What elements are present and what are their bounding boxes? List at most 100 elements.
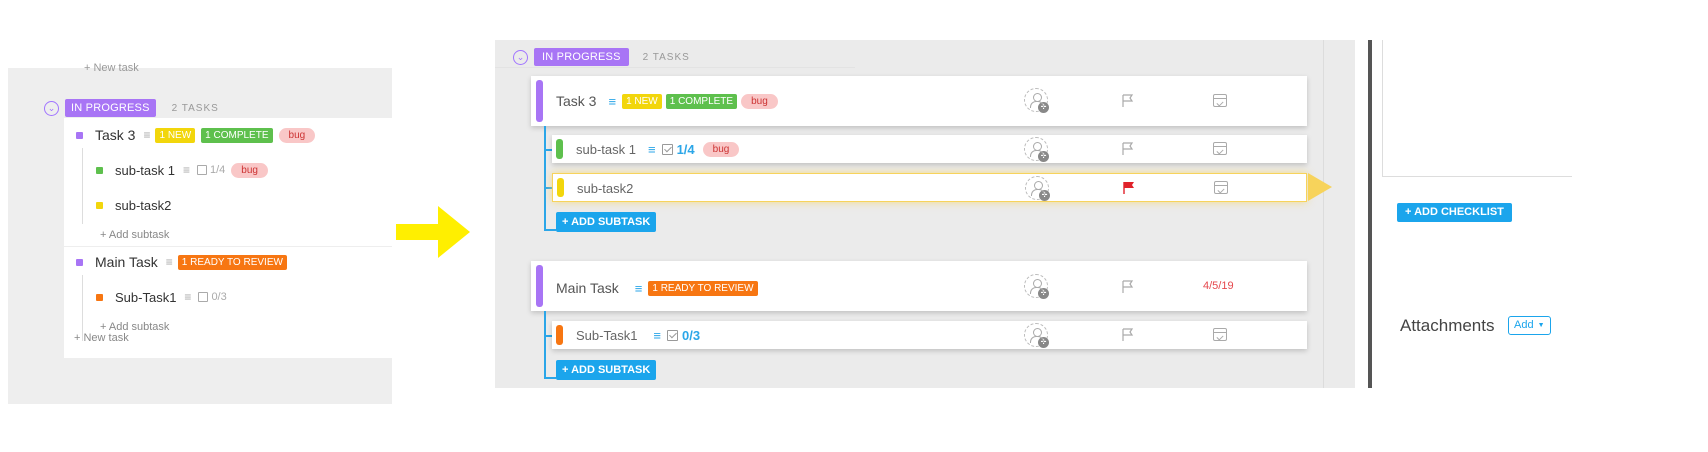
description-lines-icon: ≡ [653,328,662,343]
description-lines-icon: ≡ [634,280,643,296]
calendar-icon[interactable] [1213,94,1227,107]
add-subtask-link[interactable]: + Add subtask [100,229,169,241]
title-row: Task 3 ≡ 1 NEW 1 COMPLETE bug [556,93,778,109]
subtask-row-1[interactable]: sub-task 1 ≡ 1/4 bug [96,159,268,181]
row-divider [64,246,392,247]
checklist-count: 1/4 [197,164,225,176]
status-bar[interactable] [556,139,563,159]
subtask-row-main-1[interactable]: Sub-Task1 ≡ 0/3 [96,286,227,308]
assignee-add-icon[interactable]: + [1024,88,1049,113]
description-lines-icon: ≡ [647,142,656,157]
task-card-main[interactable]: Main Task ≡ 1 READY TO REVIEW + 4/5/19 [531,261,1307,311]
panel-divider[interactable] [1368,40,1372,388]
description-lines-icon: ≡ [182,163,190,177]
tag-new: 1 NEW [622,93,662,109]
task-count: 2 TASKS [642,51,690,63]
flag-red-icon[interactable] [1122,181,1136,195]
new-task-link[interactable]: + New task [74,332,129,344]
flag-icon[interactable] [1121,328,1135,342]
collapse-chevron-icon[interactable]: ⌄ [513,49,528,65]
checklist-count: 0/3 [198,291,227,303]
subtask-name[interactable]: Sub-Task1 [115,290,176,305]
scroll-track [1323,40,1324,388]
task-name[interactable]: Main Task [95,254,158,270]
status-pill: IN PROGRESS [65,99,156,117]
status-bar[interactable] [557,178,564,197]
group-header: ⌄ IN PROGRESS 2 TASKS [513,48,690,66]
subtask-card-main-1[interactable]: Sub-Task1 ≡ 0/3 + [552,321,1307,349]
title-row: sub-task 1 ≡ 1/4 bug [576,142,740,157]
task-name[interactable]: Task 3 [95,127,135,143]
checkbox-icon [198,292,209,302]
tree-branch [544,149,552,151]
right-arrow-icon [396,206,470,258]
checkbox-icon [197,165,207,175]
task-count: 2 TASKS [171,102,219,114]
collapse-chevron-icon[interactable]: ⌄ [44,100,59,116]
calendar-icon[interactable] [1213,328,1227,341]
task-list: Task 3 ≡ 1 NEW 1 COMPLETE bug sub-task 1… [64,118,392,358]
tag-bug[interactable]: bug [741,93,778,109]
add-subtask-button[interactable]: + ADD SUBTASK [556,360,657,380]
status-square-icon [96,166,103,174]
description-box[interactable] [1382,40,1572,177]
tag-complete: 1 COMPLETE [201,127,273,143]
status-bar[interactable] [536,80,543,122]
tree-branch [544,377,556,379]
subtask-name[interactable]: sub-task 1 [576,142,636,157]
checklist-count: 1/4 [661,142,695,157]
tag-bug[interactable]: bug [702,142,740,157]
assignee-add-icon[interactable]: + [1024,274,1049,299]
subtask-name[interactable]: Sub-Task1 [576,328,637,343]
assignee-add-icon[interactable]: + [1024,137,1049,162]
new-task-link-cut[interactable]: + New task [84,62,139,74]
tag-bug[interactable]: bug [231,162,268,178]
subtask-card-2[interactable]: sub-task2 + [552,173,1307,202]
task-name[interactable]: Main Task [556,280,619,296]
group-header: ⌄ IN PROGRESS 2 TASKS [44,98,219,118]
flag-icon[interactable] [1121,280,1135,294]
calendar-icon[interactable] [1213,142,1227,155]
status-bar[interactable] [556,325,563,345]
tag-complete: 1 COMPLETE [665,93,738,109]
tree-branch [544,187,552,189]
assignee-add-icon[interactable]: + [1024,323,1049,348]
task-row-task3[interactable]: Task 3 ≡ 1 NEW 1 COMPLETE bug [76,124,316,146]
status-pill: IN PROGRESS [534,48,629,66]
subtask-name[interactable]: sub-task2 [115,198,171,213]
checkbox-icon [661,144,673,155]
calendar-icon[interactable] [1214,181,1228,194]
subtask-name[interactable]: sub-task2 [577,181,633,196]
add-checklist-button[interactable]: + ADD CHECKLIST [1397,203,1512,222]
task-card-task3[interactable]: Task 3 ≡ 1 NEW 1 COMPLETE bug + [531,76,1307,126]
new-list-view: ⌄ IN PROGRESS 2 TASKS Task 3 ≡ 1 NEW 1 C… [495,40,1355,388]
status-square-icon [76,131,83,139]
task-name[interactable]: Task 3 [556,93,596,109]
subtask-tree-line [82,148,83,224]
header-divider [495,67,855,68]
add-subtask-button[interactable]: + ADD SUBTASK [556,212,657,232]
description-lines-icon: ≡ [143,128,151,142]
checkbox-icon [667,330,679,341]
status-square-icon [96,293,103,301]
description-lines-icon: ≡ [608,93,617,109]
description-lines-icon: ≡ [184,290,192,304]
tree-branch [544,335,552,337]
subtask-card-1[interactable]: sub-task 1 ≡ 1/4 bug + [552,135,1307,163]
subtask-row-2[interactable]: sub-task2 [96,194,171,216]
subtask-name[interactable]: sub-task 1 [115,163,175,178]
tag-ready-to-review: 1 READY TO REVIEW [177,254,287,270]
add-label[interactable]: Add [1514,317,1534,334]
tag-bug[interactable]: bug [278,127,316,143]
status-bar[interactable] [536,265,543,307]
caret-down-icon: ▼ [1537,322,1545,329]
subtask-tree-line [544,126,546,230]
tag-ready-to-review: 1 READY TO REVIEW [648,280,758,296]
task-row-main[interactable]: Main Task ≡ 1 READY TO REVIEW [76,251,287,273]
assignee-add-icon[interactable]: + [1025,176,1050,201]
flag-icon[interactable] [1121,142,1135,156]
flag-icon[interactable] [1121,94,1135,108]
tag-new: 1 NEW [155,127,196,143]
add-attachment-dropdown[interactable]: Add ▼ [1508,316,1551,335]
due-date[interactable]: 4/5/19 [1203,280,1234,292]
